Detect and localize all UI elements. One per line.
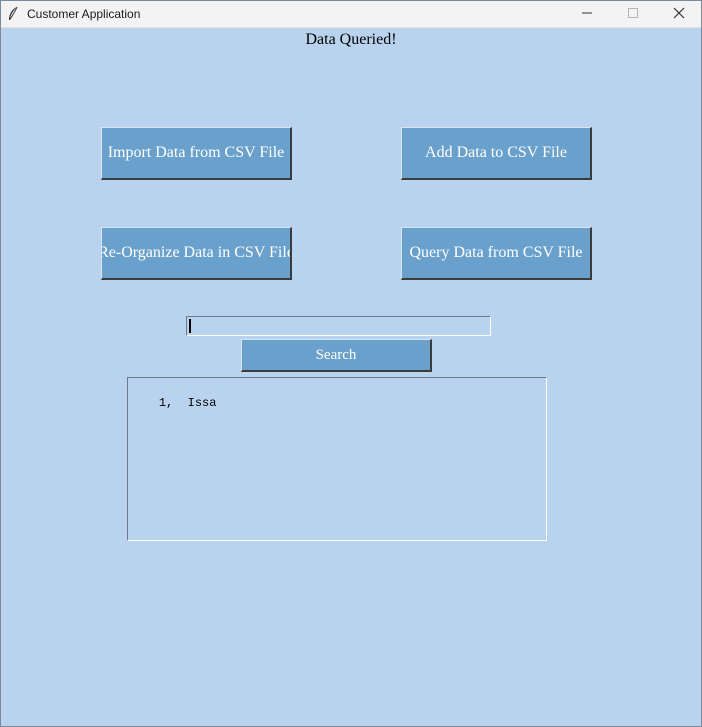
close-icon (673, 7, 685, 22)
search-input[interactable] (186, 316, 491, 336)
results-content: 1, Issa (158, 396, 217, 410)
minimize-icon (581, 7, 593, 22)
results-text-area[interactable]: 1, Issa (127, 377, 547, 541)
maximize-button[interactable] (610, 1, 655, 28)
reorganize-data-button[interactable]: Re-Organize Data in CSV File (101, 227, 292, 280)
query-data-button[interactable]: Query Data from CSV File (401, 227, 592, 280)
status-message: Data Queried! (305, 31, 397, 48)
close-button[interactable] (656, 1, 701, 28)
minimize-button[interactable] (564, 1, 609, 28)
app-window: Customer Application Data Queried! Impor… (0, 0, 702, 727)
search-button[interactable]: Search (241, 339, 432, 372)
text-cursor (189, 319, 191, 333)
window-title: Customer Application (27, 7, 141, 21)
title-bar[interactable]: Customer Application (1, 1, 701, 28)
import-csv-button[interactable]: Import Data from CSV File (101, 127, 292, 180)
feather-icon (6, 6, 20, 22)
maximize-icon (627, 7, 639, 22)
add-data-button[interactable]: Add Data to CSV File (401, 127, 592, 180)
